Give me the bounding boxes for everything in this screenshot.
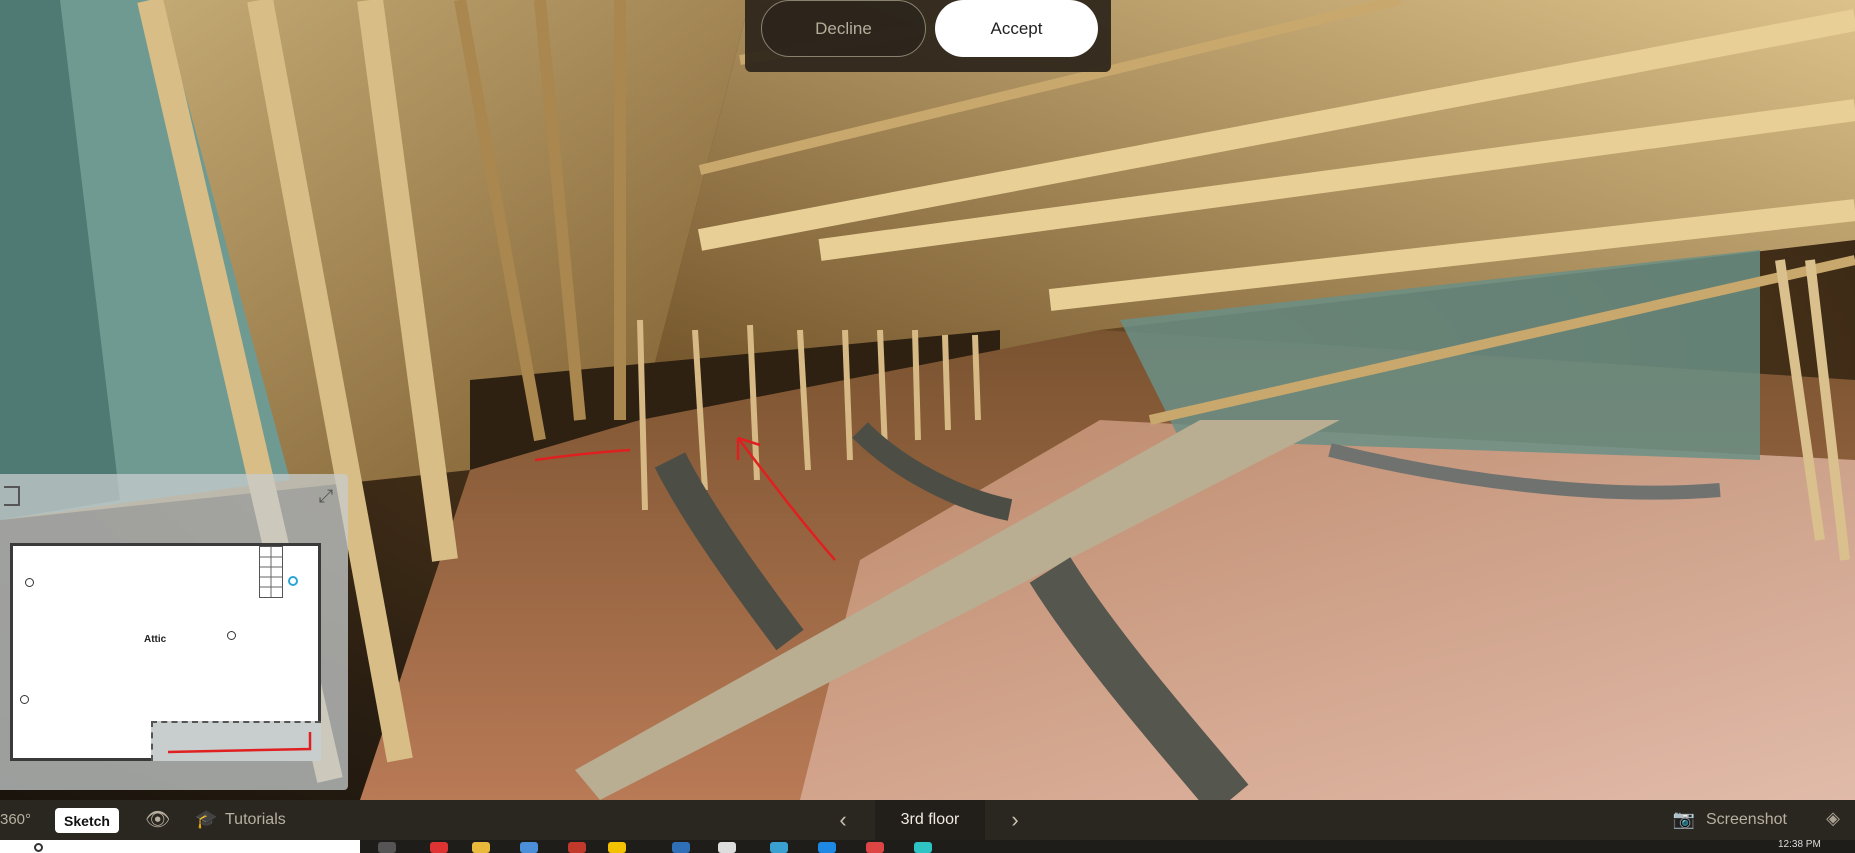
floor-plan[interactable]: Attic [10, 543, 321, 761]
room-label: Attic [144, 634, 167, 645]
sketch-button[interactable]: Sketch [55, 808, 119, 833]
clock[interactable]: 12:38 PM [1778, 840, 1821, 850]
app-icon[interactable] [914, 842, 932, 853]
layers-icon[interactable]: ◈ [1820, 808, 1846, 832]
camera-icon[interactable]: 📷 [1672, 809, 1696, 831]
search-icon [34, 843, 43, 852]
minimap-panel: ⤢ Attic [0, 474, 348, 790]
screenshot-button[interactable]: Screenshot [1706, 811, 1787, 829]
chevron-right-icon[interactable]: › [1004, 807, 1026, 833]
app-icon[interactable] [718, 842, 736, 853]
bottom-toolbar: 360° Sketch 👁 🎓 Tutorials ‹ 3rd floor › … [0, 800, 1855, 840]
app-icon[interactable] [608, 842, 626, 853]
decline-button[interactable]: Decline [761, 0, 926, 57]
consent-bar: Decline Accept [745, 0, 1111, 72]
camera-position-marker[interactable] [227, 631, 236, 640]
view-mode-label[interactable]: 360° [0, 811, 31, 828]
camera-position-marker[interactable] [25, 578, 34, 587]
red-annotation [167, 732, 312, 754]
app-icon[interactable] [672, 842, 690, 853]
app-icon[interactable] [430, 842, 448, 853]
floor-selector[interactable]: 3rd floor [875, 800, 985, 840]
app-icon[interactable] [866, 842, 884, 853]
taskbar-search[interactable] [0, 840, 360, 853]
camera-position-marker[interactable] [20, 695, 29, 704]
panorama-viewer[interactable]: Decline Accept ⤢ Attic [0, 0, 1855, 800]
app-icon[interactable] [520, 842, 538, 853]
tutorials-button[interactable]: Tutorials [225, 811, 286, 829]
folder-icon[interactable] [472, 842, 490, 853]
os-taskbar: 12:38 PM [0, 840, 1855, 853]
stairs-icon [259, 546, 283, 598]
app-icon[interactable] [770, 842, 788, 853]
chevron-left-icon[interactable]: ‹ [832, 807, 854, 833]
app-icon[interactable] [568, 842, 586, 853]
expand-icon[interactable]: ⤢ [316, 486, 336, 506]
collapse-icon[interactable] [4, 486, 20, 506]
accept-button[interactable]: Accept [935, 0, 1098, 57]
eye-icon[interactable]: 👁 [145, 809, 170, 831]
task-view-icon[interactable] [378, 842, 396, 853]
graduation-cap-icon[interactable]: 🎓 [195, 809, 217, 831]
app-icon[interactable] [818, 842, 836, 853]
current-position-marker[interactable] [288, 576, 298, 586]
